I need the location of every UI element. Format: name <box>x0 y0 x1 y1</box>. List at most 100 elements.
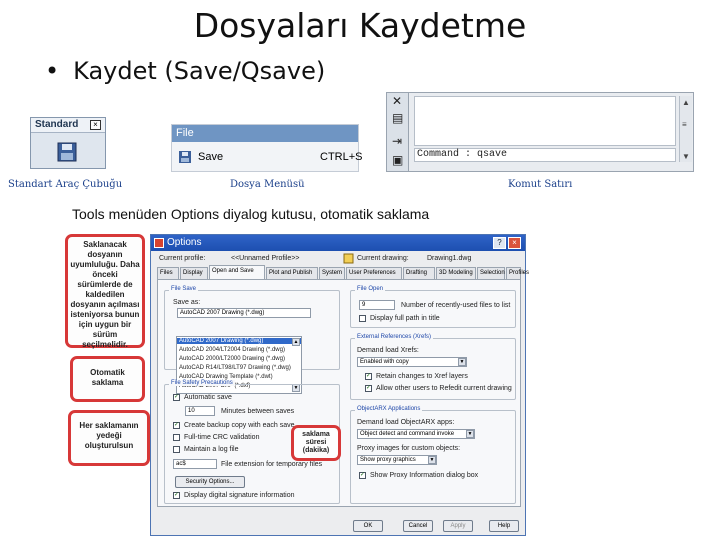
tab-drafting[interactable]: Drafting <box>403 267 435 279</box>
retain-xref-checkbox[interactable]: ✓ <box>365 373 372 380</box>
command-history <box>414 96 676 146</box>
file-open-group: File Open 9 Number of recently-used file… <box>350 286 516 328</box>
settings-icon[interactable]: ▤ <box>392 111 403 125</box>
crc-label: Full-time CRC validation <box>184 434 260 441</box>
menu-item-save[interactable]: Save CTRL+S <box>172 149 363 167</box>
arx-demand-select[interactable]: Object detect and command invoke <box>357 429 475 439</box>
scroll-thumb-icon[interactable]: ≡ <box>682 120 687 129</box>
callout-file-format: Saklanacak dosyanın uyumluluğu. Daha önc… <box>65 234 145 349</box>
command-line-caption: Komut Satırı <box>508 179 573 190</box>
current-drawing-label: Current drawing: <box>357 255 409 262</box>
save-disk-icon[interactable] <box>57 142 77 162</box>
cancel-button[interactable]: Cancel <box>403 520 433 532</box>
save-as-option[interactable]: AutoCAD 2007 Drawing (*.dwg) <box>177 338 301 344</box>
chevron-down-icon[interactable]: ▼ <box>466 430 474 438</box>
crc-checkbox[interactable] <box>173 434 180 441</box>
bullet-mark: • <box>45 57 60 85</box>
save-as-option[interactable]: AutoCAD R14/LT98/LT97 Drawing (*.dwg) <box>179 365 291 371</box>
backup-label: Create backup copy with each save <box>184 422 295 429</box>
menu-item-shortcut: CTRL+S <box>320 151 363 163</box>
dock-icon[interactable]: ⇥ <box>392 134 402 148</box>
current-profile-value: <<Unnamed Profile>> <box>231 255 300 262</box>
autosave-checkbox[interactable]: ✓ <box>173 394 180 401</box>
tab-system[interactable]: System <box>319 267 345 279</box>
file-save-title: File Save <box>169 286 199 292</box>
save-disk-icon <box>179 151 191 163</box>
slide-title: Dosyaları Kaydetme <box>193 6 527 45</box>
backup-checkbox[interactable]: ✓ <box>173 422 180 429</box>
security-options-button[interactable]: Security Options... <box>175 476 245 488</box>
command-input[interactable]: Command : qsave <box>414 148 676 162</box>
close-icon[interactable]: ✕ <box>392 94 402 108</box>
retain-xref-label: Retain changes to Xref layers <box>376 373 468 380</box>
file-menu-header[interactable]: File <box>172 125 358 142</box>
tab-files[interactable]: Files <box>157 267 179 279</box>
proxy-dialog-label: Show Proxy Information dialog box <box>370 472 479 479</box>
dialog-title: Options <box>167 237 202 248</box>
xref-group: External References (Xrefs) Demand load … <box>350 334 516 400</box>
file-menu: File Save CTRL+S <box>171 124 363 172</box>
minutes-input[interactable]: 10 <box>185 406 215 416</box>
scroll-up-icon[interactable]: ▲ <box>682 98 690 107</box>
save-as-select[interactable]: AutoCAD 2007 Drawing (*.dwg) <box>177 308 311 318</box>
file-safety-title: File Safety Precautions <box>169 380 235 386</box>
app-icon <box>154 238 164 248</box>
window-icon[interactable]: ▣ <box>392 153 403 167</box>
bullet-text: Kaydet (Save/Qsave) <box>73 57 326 85</box>
options-tabs: Files Display Open and Save Plot and Pub… <box>157 265 529 279</box>
temp-extension-label: File extension for temporary files <box>221 461 323 468</box>
full-path-label: Display full path in title <box>370 315 440 322</box>
close-icon[interactable]: × <box>90 120 101 130</box>
toolbar-caption: Standart Araç Çubuğu <box>8 179 123 190</box>
slide-subtitle: Tools menüden Options diyalog kutusu, ot… <box>72 206 430 222</box>
tab-display[interactable]: Display <box>180 267 208 279</box>
xref-title: External References (Xrefs) <box>355 334 434 340</box>
recent-files-label: Number of recently-used files to list <box>401 302 511 309</box>
save-as-option[interactable]: AutoCAD 2004/LT2004 Drawing (*.dwg) <box>179 347 285 353</box>
log-checkbox[interactable] <box>173 446 180 453</box>
tab-profiles[interactable]: Profiles <box>506 267 529 279</box>
options-dialog: Options ? × Current profile: <<Unnamed P… <box>150 234 529 536</box>
callout-autosave: Otomatik saklama <box>70 356 145 402</box>
recent-files-input[interactable]: 9 <box>359 300 395 310</box>
dialog-titlebar: Options ? × <box>151 235 525 251</box>
save-as-option[interactable]: AutoCAD 2000/LT2000 Drawing (*.dwg) <box>179 356 285 362</box>
current-profile-label: Current profile: <box>159 255 206 262</box>
proxy-images-select[interactable]: Show proxy graphics <box>357 455 437 465</box>
chevron-down-icon[interactable]: ▼ <box>428 456 436 464</box>
menu-item-label: Save <box>198 151 224 163</box>
arx-demand-label: Demand load ObjectARX apps: <box>357 419 455 426</box>
current-drawing-value: Drawing1.dwg <box>427 255 472 262</box>
full-path-checkbox[interactable] <box>359 315 366 322</box>
temp-extension-input[interactable]: ac$ <box>173 459 217 469</box>
apply-button[interactable]: Apply <box>443 520 473 532</box>
command-scrollbar[interactable]: ▲ ≡ ▼ <box>679 96 692 162</box>
tab-selection[interactable]: Selection <box>477 267 505 279</box>
tab-plot-and-publish[interactable]: Plot and Publish <box>266 267 318 279</box>
allow-refedit-checkbox[interactable]: ✓ <box>365 385 372 392</box>
chevron-down-icon[interactable]: ▼ <box>458 358 466 366</box>
standard-toolbar: Standard × <box>30 117 106 169</box>
ok-button[interactable]: OK <box>353 520 383 532</box>
callout-interval: saklama süresi (dakika) <box>291 425 341 461</box>
scroll-up-icon[interactable]: ▲ <box>292 338 300 346</box>
tab-3d-modeling[interactable]: 3D Modeling <box>436 267 476 279</box>
tab-open-and-save[interactable]: Open and Save <box>209 265 265 279</box>
objectarx-group: ObjectARX Applications Demand load Objec… <box>350 406 516 504</box>
file-open-title: File Open <box>355 286 386 292</box>
drawing-file-icon <box>343 253 354 264</box>
command-line-window: ✕ ▤ ⇥ ▣ Command : qsave ▲ ≡ ▼ <box>386 92 694 172</box>
xref-demand-select[interactable]: Enabled with copy <box>357 357 467 367</box>
close-icon[interactable]: × <box>508 237 521 249</box>
scroll-down-icon[interactable]: ▼ <box>682 152 690 161</box>
help-button[interactable]: Help <box>489 520 519 532</box>
proxy-dialog-checkbox[interactable]: ✓ <box>359 472 366 479</box>
autosave-label: Automatic save <box>184 394 232 401</box>
digital-signature-checkbox[interactable]: ✓ <box>173 492 180 499</box>
callout-backup: Her saklamanın yedeği oluşturulsun <box>68 410 150 466</box>
proxy-images-label: Proxy images for custom objects: <box>357 445 461 452</box>
allow-refedit-label: Allow other users to Refedit current dra… <box>376 385 512 392</box>
help-icon[interactable]: ? <box>493 237 506 249</box>
tab-user-preferences[interactable]: User Preferences <box>346 267 402 279</box>
log-label: Maintain a log file <box>184 446 239 453</box>
